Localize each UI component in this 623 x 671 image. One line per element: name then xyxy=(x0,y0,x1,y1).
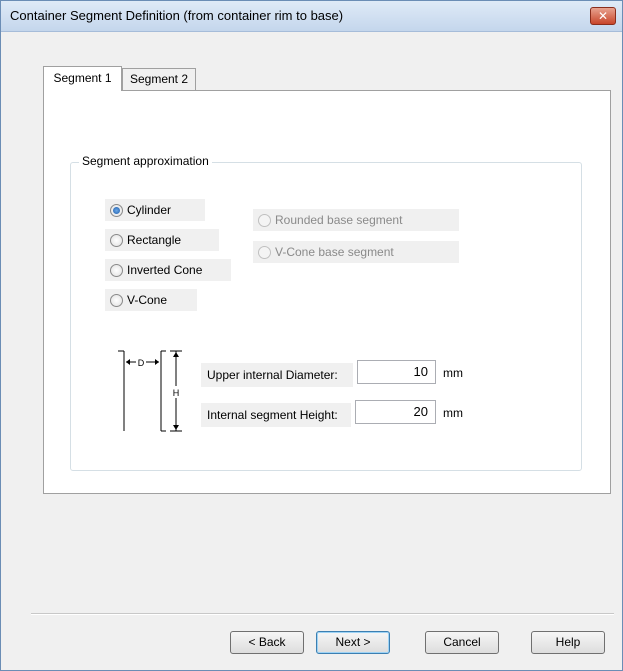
help-button[interactable]: Help xyxy=(531,631,605,654)
tab-panel-segment-1: Segment approximation Cylinder Rectangle… xyxy=(43,90,611,494)
tab-segment-2[interactable]: Segment 2 xyxy=(122,68,196,90)
next-button[interactable]: Next > xyxy=(316,631,390,654)
radio-unchecked-icon xyxy=(110,263,123,277)
segment-height-input[interactable]: 20 xyxy=(355,400,436,424)
window-title: Container Segment Definition (from conta… xyxy=(10,8,344,23)
radio-label: Rectangle xyxy=(127,233,182,247)
cancel-button[interactable]: Cancel xyxy=(425,631,499,654)
radio-label: Inverted Cone xyxy=(127,263,203,277)
radio-inverted-cone[interactable]: Inverted Cone xyxy=(105,259,231,281)
footer-separator xyxy=(31,613,614,615)
radio-label: Rounded base segment xyxy=(275,213,403,227)
close-button[interactable]: ✕ xyxy=(590,7,616,25)
tab-segment-1[interactable]: Segment 1 xyxy=(43,66,122,91)
radio-v-cone[interactable]: V-Cone xyxy=(105,289,197,311)
diagram-h-label: H xyxy=(173,388,180,398)
radio-cylinder[interactable]: Cylinder xyxy=(105,199,205,221)
segment-height-unit: mm xyxy=(443,406,463,420)
upper-diameter-input[interactable]: 10 xyxy=(357,360,436,384)
radio-label: Cylinder xyxy=(127,203,172,217)
radio-v-cone-base-segment[interactable]: V-Cone base segment xyxy=(253,241,459,263)
title-bar: Container Segment Definition (from conta… xyxy=(1,1,622,32)
tab-label: Segment 1 xyxy=(53,71,112,85)
radio-rounded-base-segment[interactable]: Rounded base segment xyxy=(253,209,459,231)
segment-height-label: Internal segment Height: xyxy=(201,403,351,427)
back-button[interactable]: < Back xyxy=(230,631,304,654)
radio-rectangle[interactable]: Rectangle xyxy=(105,229,219,251)
radio-unchecked-icon xyxy=(110,233,123,247)
radio-disabled-icon xyxy=(258,245,271,259)
radio-disabled-icon xyxy=(258,213,271,227)
close-icon: ✕ xyxy=(597,9,609,23)
tab-label: Segment 2 xyxy=(129,72,189,86)
upper-diameter-unit: mm xyxy=(443,366,463,380)
radio-label: V-Cone base segment xyxy=(275,245,394,259)
group-title: Segment approximation xyxy=(79,154,212,168)
radio-unchecked-icon xyxy=(110,293,123,307)
diagram-d-label: D xyxy=(138,358,145,368)
dialog-window: Container Segment Definition (from conta… xyxy=(0,0,623,671)
container-dimension-diagram: D H xyxy=(118,350,182,432)
radio-label: V-Cone xyxy=(127,293,168,307)
radio-checked-icon xyxy=(110,203,123,217)
upper-diameter-label: Upper internal Diameter: xyxy=(201,363,353,387)
